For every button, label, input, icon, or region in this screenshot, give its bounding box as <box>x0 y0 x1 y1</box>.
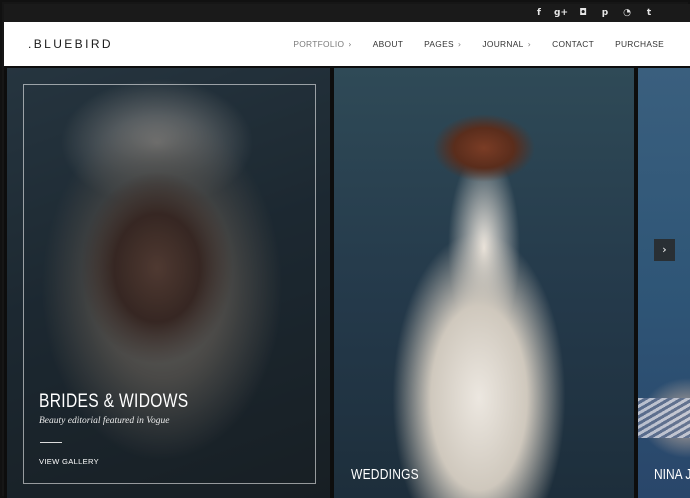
nav-label: PORTFOLIO <box>293 39 345 49</box>
slide-nina[interactable]: NINA JI <box>638 68 690 498</box>
slide-weddings[interactable]: WEDDINGS <box>334 68 634 498</box>
nav-label: PURCHASE <box>615 39 664 49</box>
nav-portfolio[interactable]: PORTFOLIO › <box>293 39 351 49</box>
nav-label: ABOUT <box>372 39 404 49</box>
nav-journal[interactable]: JOURNAL › <box>482 39 531 49</box>
slide-photo-detail <box>638 398 690 438</box>
next-arrow-icon[interactable]: › <box>654 239 675 261</box>
site-header: .BLUEBIRD PORTFOLIO › ABOUT PAGES › JOUR… <box>4 22 690 66</box>
social-bar: f g+ ◘ p ◔ t <box>4 4 690 22</box>
nav-contact[interactable]: CONTACT <box>552 39 594 49</box>
nav-label: JOURNAL <box>482 39 524 49</box>
chevron-right-icon: › <box>527 39 532 49</box>
chevron-right-icon: › <box>348 39 352 49</box>
nav-about[interactable]: ABOUT <box>373 39 403 49</box>
nav-label: CONTACT <box>552 39 595 49</box>
facebook-icon[interactable]: f <box>528 5 550 21</box>
twitter-icon[interactable]: t <box>638 5 660 21</box>
slide-title: NINA JI <box>654 466 690 483</box>
slide-title: BRIDES & WIDOWS <box>39 391 189 412</box>
nav-purchase[interactable]: PURCHASE <box>615 39 664 49</box>
main-nav: PORTFOLIO › ABOUT PAGES › JOURNAL › CONT… <box>272 22 664 66</box>
portfolio-slider: BRIDES & WIDOWS Beauty editorial feature… <box>4 66 690 498</box>
chevron-right-icon: › <box>457 39 462 49</box>
nav-pages[interactable]: PAGES › <box>424 39 461 49</box>
browser-frame: f g+ ◘ p ◔ t .BLUEBIRD PORTFOLIO › ABOUT… <box>0 0 690 498</box>
slide-divider <box>40 442 62 443</box>
slide-title: WEDDINGS <box>351 466 419 483</box>
instagram-icon[interactable]: ◘ <box>572 5 594 21</box>
slide-subtitle: Beauty editorial featured in Vogue <box>39 416 170 426</box>
pinterest-icon[interactable]: p <box>594 5 616 21</box>
site-logo[interactable]: .BLUEBIRD <box>28 37 113 51</box>
slide-brides-widows[interactable]: BRIDES & WIDOWS Beauty editorial feature… <box>7 68 330 498</box>
nav-label: PAGES <box>424 39 454 49</box>
view-gallery-link[interactable]: VIEW GALLERY <box>39 457 99 466</box>
social-icons: f g+ ◘ p ◔ t <box>528 5 660 21</box>
google-plus-icon[interactable]: g+ <box>550 5 572 21</box>
rss-icon[interactable]: ◔ <box>616 5 638 21</box>
